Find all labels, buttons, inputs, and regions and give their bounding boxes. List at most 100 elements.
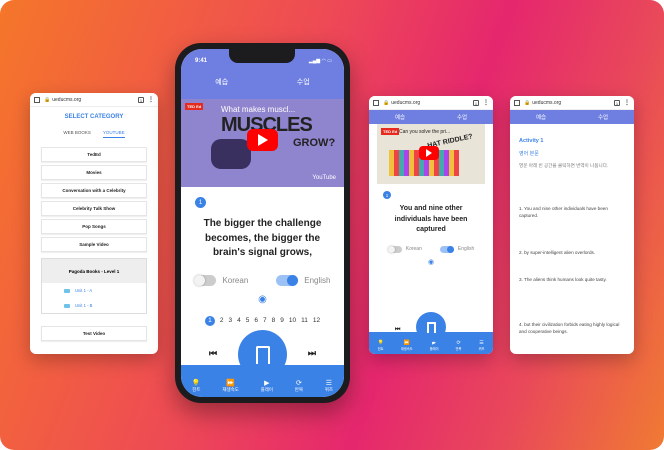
hint-label: 힌트 (377, 347, 384, 351)
english-toggle[interactable] (276, 274, 299, 286)
play-button[interactable]: ▶ 플레이 (261, 379, 273, 393)
speed-button[interactable]: ⏩ 재생속도 (222, 379, 239, 393)
page-link[interactable]: 11 (301, 317, 308, 324)
speed-label: 재생속도 (222, 387, 239, 392)
list-icon: ☰ (325, 380, 333, 387)
mic-shape-icon (426, 321, 436, 333)
quiz-label: 퀴즈 (324, 387, 334, 392)
notch (229, 49, 295, 63)
korean-toggle[interactable] (387, 245, 402, 253)
record-fab[interactable] (416, 312, 446, 342)
tab-preview[interactable]: 예습 (369, 113, 431, 121)
record-fab[interactable] (238, 330, 287, 379)
figure-illustration (211, 139, 251, 169)
skip-forward-icon[interactable]: ⏭ (308, 348, 316, 359)
book-group: Pagoda Books - Level 1 Unit 1 - A Unit 1… (41, 258, 147, 314)
url-text[interactable]: ueducms.org (532, 100, 614, 106)
unit-label: Unit 1 - B (75, 303, 93, 308)
ted-badge: TED Ed (185, 103, 204, 110)
url-text[interactable]: ueducms.org (52, 97, 138, 103)
english-toggle[interactable] (439, 245, 454, 253)
more-menu-icon[interactable]: ⋮ (624, 99, 630, 106)
background: 🔒 ueducms.org 1 ⋮ SELECT CATEGORY WEB BO… (0, 0, 664, 450)
play-small-icon: ▶ (264, 380, 270, 387)
mic-shape-icon (255, 345, 270, 364)
folder-icon (64, 288, 70, 293)
eye-icon[interactable]: ◉ (369, 258, 493, 266)
tab-class[interactable]: 수업 (263, 77, 345, 87)
repeat-button[interactable]: ⟳ 반복 (456, 340, 462, 351)
unit-item[interactable]: Unit 1 - B (42, 298, 146, 313)
eye-icon[interactable]: ◉ (181, 294, 344, 305)
tab-preview[interactable]: 예습 (181, 77, 263, 87)
category-item[interactable]: Movies (41, 165, 147, 180)
tab-class[interactable]: 수업 (572, 113, 634, 121)
page-link[interactable]: 12 (313, 317, 320, 324)
tabs-count-icon[interactable]: 1 (614, 99, 620, 106)
korean-toggle[interactable] (194, 274, 217, 286)
repeat-button[interactable]: ⟳ 반복 (295, 379, 303, 393)
video-player[interactable]: TED Ed Can you solve the pri... HAT RIDD… (377, 124, 485, 184)
category-item[interactable]: Test Video (41, 326, 147, 341)
sentence-item[interactable]: 4. but their civilization forbids eating… (519, 322, 625, 336)
bulb-icon: 💡 (191, 380, 201, 387)
page-current[interactable]: 1 (204, 315, 215, 326)
category-item[interactable]: Conversation with a Celebrity (41, 183, 147, 198)
play-icon[interactable] (419, 146, 439, 160)
lesson-tabs: 예습 수업 (369, 110, 493, 124)
status-icons: ▂▄▆ ◠ ▭ (308, 58, 332, 64)
page-link[interactable]: 7 (263, 317, 267, 324)
home-icon[interactable] (34, 96, 40, 103)
play-icon[interactable] (247, 129, 278, 151)
category-item[interactable]: Pop Songs (41, 219, 147, 234)
tab-preview[interactable]: 예습 (510, 113, 572, 121)
tabs-count-icon[interactable]: 1 (473, 99, 479, 106)
quiz-label: 퀴즈 (478, 347, 485, 351)
category-item[interactable]: Sample Video (41, 237, 147, 252)
quiz-button[interactable]: ☰ 퀴즈 (479, 340, 485, 351)
lock-icon: 🔒 (44, 96, 51, 103)
video-player[interactable]: TED Ed What makes muscl... MUSCLES GROW?… (181, 99, 344, 187)
page-link[interactable]: 10 (289, 317, 296, 324)
book-title[interactable]: Pagoda Books - Level 1 (42, 259, 146, 283)
hint-button[interactable]: 💡 힌트 (192, 379, 201, 393)
unit-item[interactable]: Unit 1 - A (42, 283, 146, 298)
more-menu-icon[interactable]: ⋮ (148, 96, 154, 103)
sentence-item[interactable]: 1. You and nine other individuals have b… (519, 206, 625, 220)
page-link[interactable]: 9 (280, 317, 284, 324)
skip-back-icon[interactable]: ⏮ (209, 348, 217, 359)
speed-label: 재생속도 (400, 347, 413, 351)
browser-url-bar: 🔒 ueducms.org 1 ⋮ (510, 96, 634, 110)
select-category-title: SELECT CATEGORY (64, 114, 124, 120)
page-link[interactable]: 8 (272, 317, 276, 324)
language-toggles: Korean English (181, 274, 344, 286)
activity-browser-card: 🔒 ueducms.org 1 ⋮ 예습 수업 Activity 1 영어 본문… (510, 96, 634, 354)
home-icon[interactable] (514, 99, 520, 106)
category-item[interactable]: Celebrity Talk Show (41, 201, 147, 216)
page-link[interactable]: 6 (254, 317, 258, 324)
ted-badge: TED Ed (381, 128, 400, 135)
page-link[interactable]: 5 (246, 317, 250, 324)
more-menu-icon[interactable]: ⋮ (483, 99, 489, 106)
quiz-button[interactable]: ☰ 퀴즈 (325, 379, 333, 393)
page-link[interactable]: 4 (237, 317, 241, 324)
url-text[interactable]: ueducms.org (391, 100, 473, 106)
tab-youtube[interactable]: YOUTUBE (102, 130, 125, 138)
page-link[interactable]: 2 (220, 317, 224, 324)
home-icon[interactable] (373, 99, 379, 106)
tab-class[interactable]: 수업 (431, 113, 493, 121)
page-link[interactable]: 3 (229, 317, 233, 324)
korean-label: Korean (222, 275, 249, 285)
sentence-item[interactable]: 2. by super-intelligent alien overlords. (519, 250, 625, 257)
category-tabs: WEB BOOKS YOUTUBE (30, 130, 158, 138)
phone-screen: 9:41 ▂▄▆ ◠ ▭ 예습 수업 TED Ed What makes mus… (181, 49, 344, 397)
language-toggles: Korean English (369, 245, 493, 253)
hint-button[interactable]: 💡 힌트 (378, 340, 384, 351)
sentence-item[interactable]: 3. The aliens think humans look quite ta… (519, 277, 625, 284)
speed-button[interactable]: ⏩ 재생속도 (401, 340, 413, 351)
category-item[interactable]: TedEd (41, 147, 147, 162)
video-title: What makes muscl... (221, 105, 296, 114)
tabs-count-icon[interactable]: 1 (138, 96, 144, 103)
tab-web-books[interactable]: WEB BOOKS (63, 130, 91, 138)
repeat-label: 반복 (294, 387, 304, 392)
